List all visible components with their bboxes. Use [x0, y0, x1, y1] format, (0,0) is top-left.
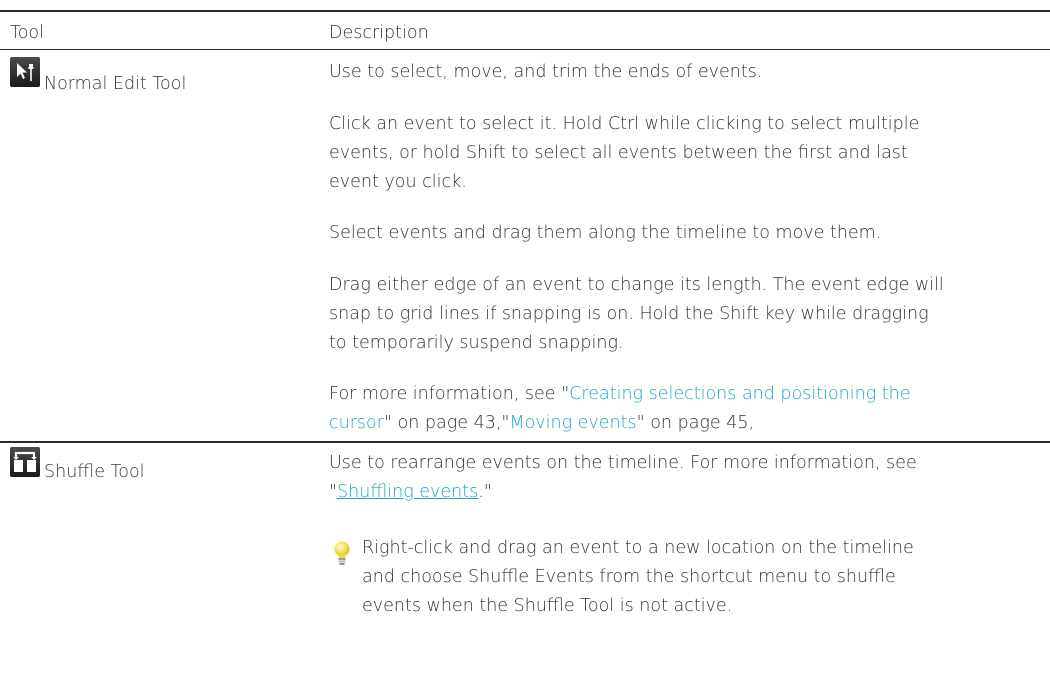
- normal-edit-move-paragraph: Select events and drag them along the ti…: [329, 223, 882, 243]
- normal-edit-summary: Use to select, move, and trim the ends o…: [329, 62, 763, 82]
- text-line: Drag either edge of an event to change i…: [329, 275, 944, 295]
- link-creating-selections[interactable]: Creating selections and positioning the: [569, 384, 910, 404]
- quote-mark: .": [478, 482, 492, 502]
- table-top-rule: [0, 10, 1050, 12]
- quote-mark: ": [329, 482, 338, 502]
- text-line: snap to grid lines if snapping is on. Ho…: [329, 304, 929, 324]
- link-moving-events[interactable]: Moving events: [509, 413, 636, 433]
- text-line: Click an event to select it. Hold Ctrl w…: [329, 114, 920, 134]
- lightbulb-icon: [331, 540, 353, 573]
- text-line: to temporarily suspend snapping.: [329, 333, 624, 353]
- normal-edit-more-info: For more information, see "Creating sele…: [329, 380, 1044, 438]
- page-reference: " on page 45,: [636, 413, 755, 433]
- more-info-prefix: For more information, see ": [329, 384, 570, 404]
- text-line: event you click.: [329, 172, 467, 192]
- text-line: "Shuffling events.": [329, 478, 1044, 507]
- text-line: and choose Shuffle Events from the short…: [362, 567, 896, 587]
- normal-edit-tool-icon: [10, 57, 40, 87]
- header-tool: Tool: [10, 23, 44, 43]
- row-divider: [0, 441, 1050, 443]
- link-shuffling-events[interactable]: Shuffling events: [337, 482, 478, 502]
- text-line: events when the Shuffle Tool is not acti…: [362, 596, 733, 616]
- shuffle-tip: Right-click and drag an event to a new l…: [362, 534, 1042, 621]
- tool-name-shuffle: Shuffle Tool: [44, 462, 145, 482]
- text-line: cursor" on page 43,"Moving events" on pa…: [329, 409, 1044, 438]
- text-line: events, or hold Shift to select all even…: [329, 143, 908, 163]
- normal-edit-select-paragraph: Click an event to select it. Hold Ctrl w…: [329, 110, 1044, 197]
- tool-name-normal-edit: Normal Edit Tool: [44, 74, 187, 94]
- text-line: Use to rearrange events on the timeline.…: [329, 453, 917, 473]
- normal-edit-trim-paragraph: Drag either edge of an event to change i…: [329, 271, 1044, 358]
- page-reference: " on page 43,": [383, 413, 510, 433]
- text-line: For more information, see "Creating sele…: [329, 380, 1044, 409]
- header-description: Description: [329, 23, 429, 43]
- header-rule: [0, 49, 1050, 50]
- shuffle-summary: Use to rearrange events on the timeline.…: [329, 449, 1044, 507]
- shuffle-tool-icon: [10, 447, 40, 477]
- text-line: Right-click and drag an event to a new l…: [362, 538, 914, 558]
- link-creating-selections-cont[interactable]: cursor: [329, 413, 384, 433]
